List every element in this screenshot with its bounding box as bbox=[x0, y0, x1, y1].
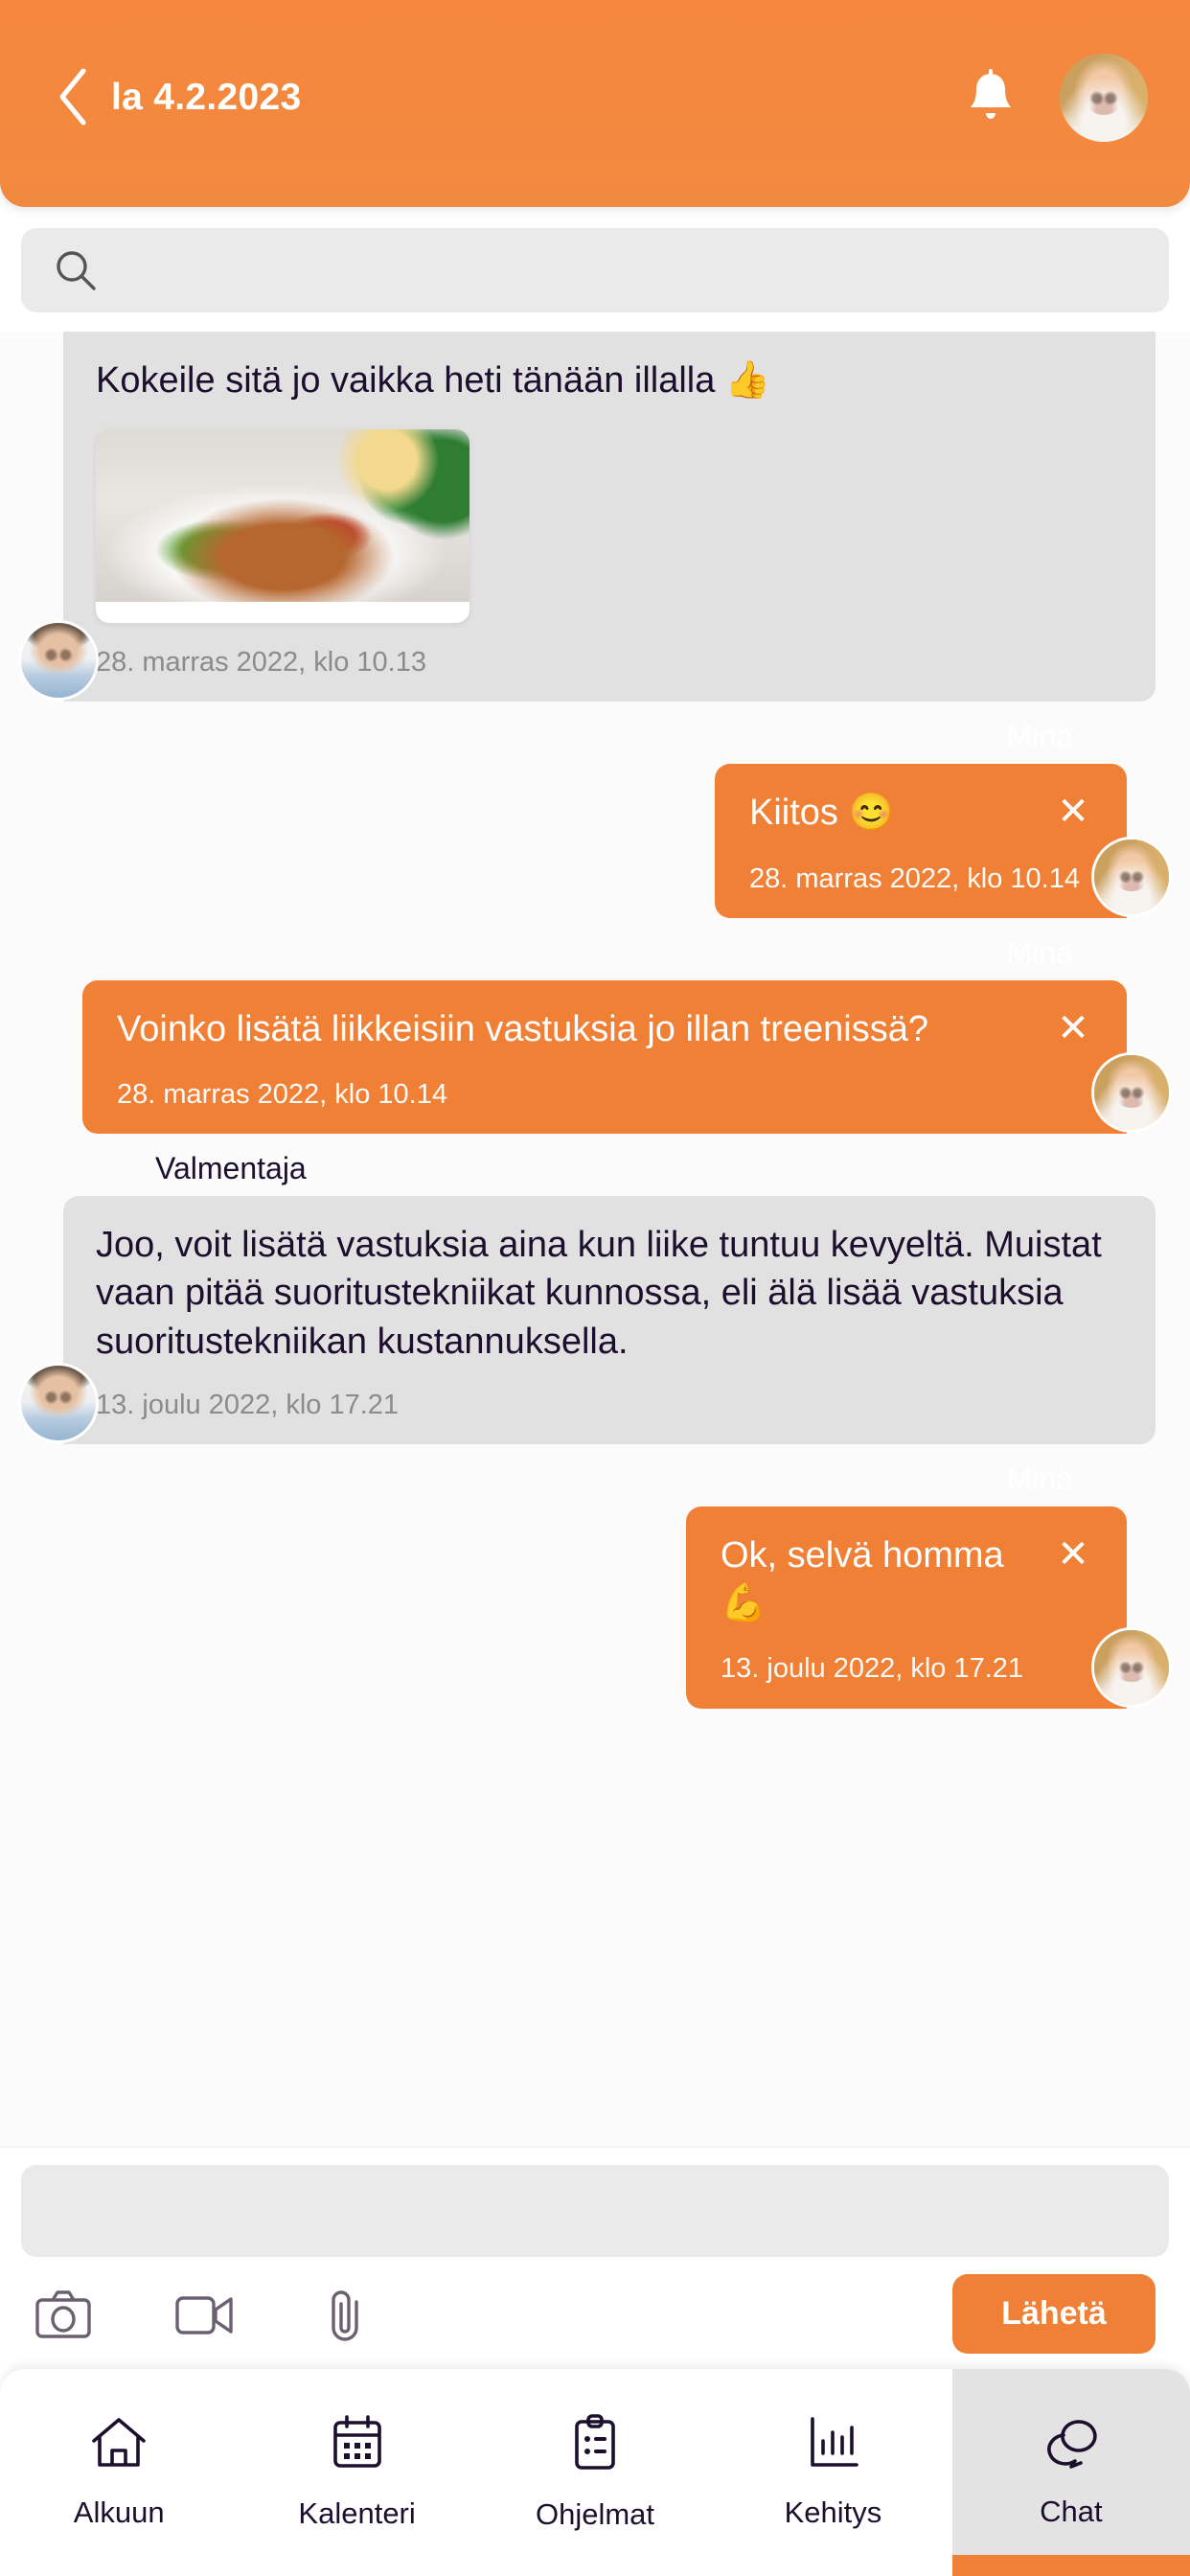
video-camera-icon bbox=[175, 2295, 233, 2334]
paperclip-icon bbox=[332, 2289, 358, 2341]
message-bubble[interactable]: Kokeile sitä jo vaikka heti tänään illal… bbox=[63, 332, 1156, 702]
sender-label: Minä bbox=[1006, 1461, 1073, 1496]
search-icon bbox=[57, 251, 96, 290]
avatar bbox=[1094, 839, 1169, 914]
avatar-image bbox=[1094, 1055, 1169, 1131]
message-text: Voinko lisätä liikkeisiin vastuksia jo i… bbox=[117, 1008, 928, 1049]
camera-button[interactable] bbox=[27, 2278, 100, 2351]
avatar-image bbox=[1094, 839, 1169, 914]
outgoing-message: Ok, selvä homma 💪 ✕ 13. joulu 2022, klo … bbox=[0, 1506, 1190, 1709]
message-timestamp: 13. joulu 2022, klo 17.21 bbox=[721, 1653, 1024, 1685]
close-icon[interactable]: ✕ bbox=[1052, 1007, 1094, 1049]
tab-kalenteri[interactable]: Kalenteri bbox=[238, 2369, 475, 2576]
tab-kehitys[interactable]: Kehitys bbox=[714, 2369, 951, 2576]
message-composer: Lähetä bbox=[0, 2147, 1190, 2369]
avatar bbox=[1094, 1055, 1169, 1131]
avatar-image bbox=[21, 623, 96, 699]
tab-label: Kalenteri bbox=[298, 2496, 416, 2530]
tab-label: Alkuun bbox=[73, 2496, 165, 2529]
avatar bbox=[21, 623, 96, 699]
message-item: Valmentaja Joo, voit lisätä vastuksia ai… bbox=[0, 1134, 1190, 1444]
message-bubble[interactable]: Voinko lisätä liikkeisiin vastuksia jo i… bbox=[82, 979, 1127, 1135]
sender-label: Minä bbox=[1006, 934, 1073, 970]
tab-chat[interactable]: Chat bbox=[951, 2369, 1190, 2576]
message-timestamp: 13. joulu 2022, klo 17.21 bbox=[96, 1389, 400, 1420]
notifications-button[interactable] bbox=[952, 57, 1029, 139]
message-item: Minä Ok, selvä homma 💪 ✕ 13. joulu 2022,… bbox=[0, 1444, 1190, 1709]
calendar-icon bbox=[332, 2415, 381, 2468]
message-item: Kokeile sitä jo vaikka heti tänään illal… bbox=[0, 332, 1190, 702]
sender-label: Valmentaja bbox=[155, 1151, 307, 1186]
search-section bbox=[0, 207, 1190, 332]
camera-icon bbox=[35, 2289, 91, 2338]
video-button[interactable] bbox=[169, 2278, 241, 2351]
search-bar[interactable] bbox=[21, 228, 1169, 312]
tab-alkuun[interactable]: Alkuun bbox=[0, 2369, 238, 2576]
message-bubble[interactable]: Ok, selvä homma 💪 ✕ 13. joulu 2022, klo … bbox=[686, 1506, 1127, 1709]
message-bubble[interactable]: Joo, voit lisätä vastuksia aina kun liik… bbox=[63, 1196, 1156, 1444]
avatar bbox=[21, 1366, 96, 1440]
message-item: Minä Voinko lisätä liikkeisiin vastuksia… bbox=[0, 918, 1190, 1135]
search-input[interactable] bbox=[119, 251, 1136, 289]
composer-toolbar: Lähetä bbox=[21, 2257, 1169, 2369]
close-icon[interactable]: ✕ bbox=[1052, 1533, 1094, 1576]
message-input[interactable] bbox=[21, 2165, 1169, 2257]
tab-label: Chat bbox=[1040, 2495, 1103, 2528]
photo-caption-strip bbox=[96, 602, 469, 624]
avatar-image bbox=[1060, 54, 1148, 142]
incoming-message: Kokeile sitä jo vaikka heti tänään illal… bbox=[0, 332, 1190, 702]
tab-ohjelmat[interactable]: Ohjelmat bbox=[476, 2369, 714, 2576]
message-text: Ok, selvä homma 💪 bbox=[721, 1535, 1004, 1624]
bell-icon bbox=[971, 69, 1011, 119]
message-photo[interactable] bbox=[96, 429, 469, 624]
app-header: la 4.2.2023 bbox=[0, 0, 1190, 207]
chat-screen: la 4.2.2023 Kokeile sitä jo vaikka heti … bbox=[0, 0, 1190, 2576]
message-timestamp: 28. marras 2022, klo 10.14 bbox=[117, 1079, 447, 1110]
message-timestamp: 28. marras 2022, klo 10.14 bbox=[749, 862, 1080, 894]
send-button[interactable]: Lähetä bbox=[952, 2274, 1156, 2354]
chevron-left-icon bbox=[59, 68, 86, 126]
message-list[interactable]: Kokeile sitä jo vaikka heti tänään illal… bbox=[0, 332, 1190, 2147]
message-item: Minä Kiitos 😊 ✕ 28. marras 2022, klo 10.… bbox=[0, 702, 1190, 918]
avatar[interactable] bbox=[1060, 54, 1148, 142]
home-icon bbox=[92, 2418, 147, 2467]
attach-button[interactable] bbox=[310, 2278, 383, 2351]
outgoing-message: Kiitos 😊 ✕ 28. marras 2022, klo 10.14 bbox=[0, 764, 1190, 918]
message-text: Joo, voit lisätä vastuksia aina kun liik… bbox=[96, 1225, 1102, 1362]
message-timestamp: 28. marras 2022, klo 10.13 bbox=[96, 647, 426, 678]
avatar bbox=[1094, 1629, 1169, 1705]
incoming-message: Joo, voit lisätä vastuksia aina kun liik… bbox=[0, 1196, 1190, 1444]
message-text: Kokeile sitä jo vaikka heti tänään illal… bbox=[96, 360, 771, 401]
outgoing-message: Voinko lisätä liikkeisiin vastuksia jo i… bbox=[0, 979, 1190, 1135]
avatar-image bbox=[1094, 1629, 1169, 1705]
bar-chart-icon bbox=[811, 2417, 859, 2467]
page-title: la 4.2.2023 bbox=[111, 77, 302, 118]
sender-label: Minä bbox=[1006, 719, 1073, 754]
back-button[interactable] bbox=[42, 56, 102, 138]
message-text: Kiitos 😊 bbox=[749, 793, 894, 834]
photo-image bbox=[96, 429, 469, 603]
tab-label: Ohjelmat bbox=[535, 2497, 655, 2531]
tab-label: Kehitys bbox=[784, 2496, 882, 2529]
avatar-image bbox=[21, 1366, 96, 1440]
message-bubble[interactable]: Kiitos 😊 ✕ 28. marras 2022, klo 10.14 bbox=[715, 764, 1127, 918]
close-icon[interactable]: ✕ bbox=[1052, 791, 1094, 833]
bottom-navigation: Alkuun Kalenteri Ohjelmat Kehitys Chat bbox=[0, 2369, 1190, 2576]
chat-icon bbox=[1047, 2420, 1097, 2469]
clipboard-icon bbox=[575, 2414, 615, 2470]
